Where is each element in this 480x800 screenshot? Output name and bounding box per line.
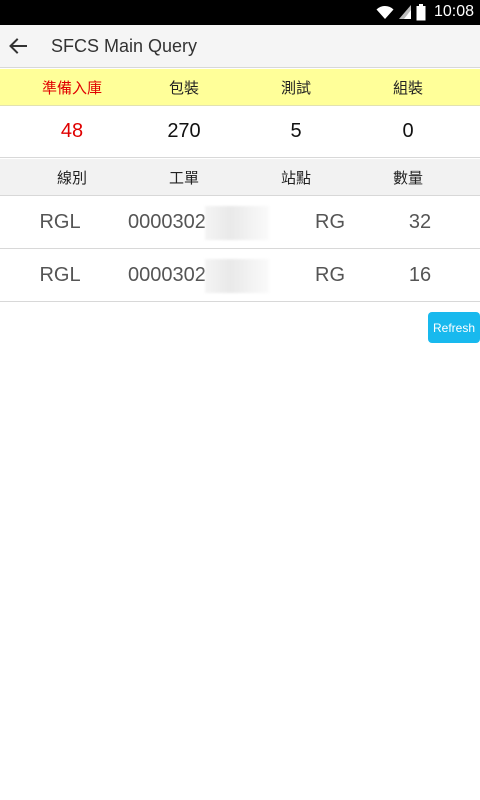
column-header-station: 站點: [280, 168, 311, 187]
column-header-order: 工單: [168, 168, 199, 187]
summary-header-row: 準備入庫 包裝 測試 組裝: [0, 69, 480, 106]
row-quantity: 32: [408, 210, 432, 233]
summary-value-packing: 270: [167, 120, 201, 142]
summary-value-testing: 5: [290, 120, 302, 142]
summary-header-packing: 包裝: [168, 78, 199, 97]
column-header-quantity: 數量: [392, 168, 423, 187]
wifi-icon: [376, 5, 394, 19]
back-button[interactable]: [4, 31, 32, 61]
clock: 10:08: [433, 3, 474, 20]
app-bar: SFCS Main Query: [0, 25, 480, 68]
arrow-back-icon: [9, 38, 27, 54]
table-row[interactable]: RGL 0000302 RG 16: [0, 249, 480, 302]
battery-icon: [416, 3, 426, 20]
row-quantity: 16: [408, 263, 432, 286]
column-header-line: 線別: [56, 168, 87, 187]
status-icons: 10:08: [376, 3, 474, 21]
summary-header-testing: 測試: [280, 78, 311, 97]
summary-header-ready: 準備入庫: [41, 78, 102, 97]
status-bar: 10:08: [0, 0, 480, 25]
redacted-area: [205, 259, 269, 293]
summary-value-ready: 48: [60, 120, 84, 142]
table-row[interactable]: RGL 0000302 RG 32: [0, 196, 480, 249]
redacted-area: [205, 206, 269, 240]
refresh-button[interactable]: Refresh: [428, 312, 480, 343]
row-line: RGL: [39, 263, 81, 286]
page-title: SFCS Main Query: [51, 36, 198, 56]
row-line: RGL: [39, 210, 81, 233]
summary-values-row: 48 270 5 0: [0, 106, 480, 158]
summary-header-assembly: 組裝: [392, 78, 423, 97]
signal-icon: [398, 5, 411, 19]
detail-header-row: 線別 工單 站點 數量: [0, 159, 480, 196]
summary-value-assembly: 0: [402, 120, 414, 142]
